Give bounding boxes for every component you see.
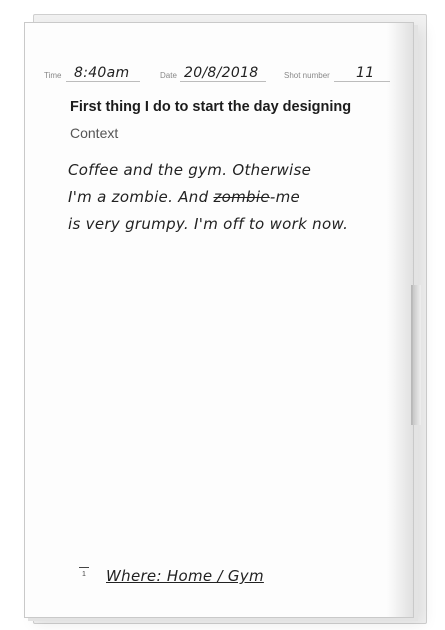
shot-number-value: 11 [356,65,375,81]
where-note: Where: Home / Gym [106,567,264,585]
paper-fold [411,285,421,425]
time-value: 8:40am [74,65,130,81]
context-label: Context [70,125,119,141]
note-line-2-tail: -me [269,188,301,206]
time-field: Time 8:40am [44,60,144,84]
time-label: Time [44,71,62,80]
footer-dash [79,567,89,568]
footer: 1 Where: Home / Gym [76,565,396,591]
header-fields: Time 8:40am Date 20/8/2018 Shot number 1… [44,60,392,84]
handwritten-note: Coffee and the gym. Otherwise I'm a zomb… [68,157,403,238]
time-underline [66,81,140,82]
prompt-heading: First thing I do to start the day design… [70,99,352,115]
footer-number: 1 [82,571,86,578]
date-label: Date [160,71,177,80]
date-underline [180,81,266,82]
note-line-2: I'm a zombie. And zombie-me [68,184,403,211]
struck-word: zombie [213,188,270,206]
note-line-2-start: I'm a zombie. And [68,188,209,206]
shot-number-underline [334,81,390,82]
date-field: Date 20/8/2018 [160,60,270,84]
shot-number-field: Shot number 11 [284,60,392,84]
shot-number-label: Shot number [284,71,330,80]
note-line-1: Coffee and the gym. Otherwise [68,161,312,179]
date-value: 20/8/2018 [184,65,259,81]
note-line-3: is very grumpy. I'm off to work now. [68,215,349,233]
